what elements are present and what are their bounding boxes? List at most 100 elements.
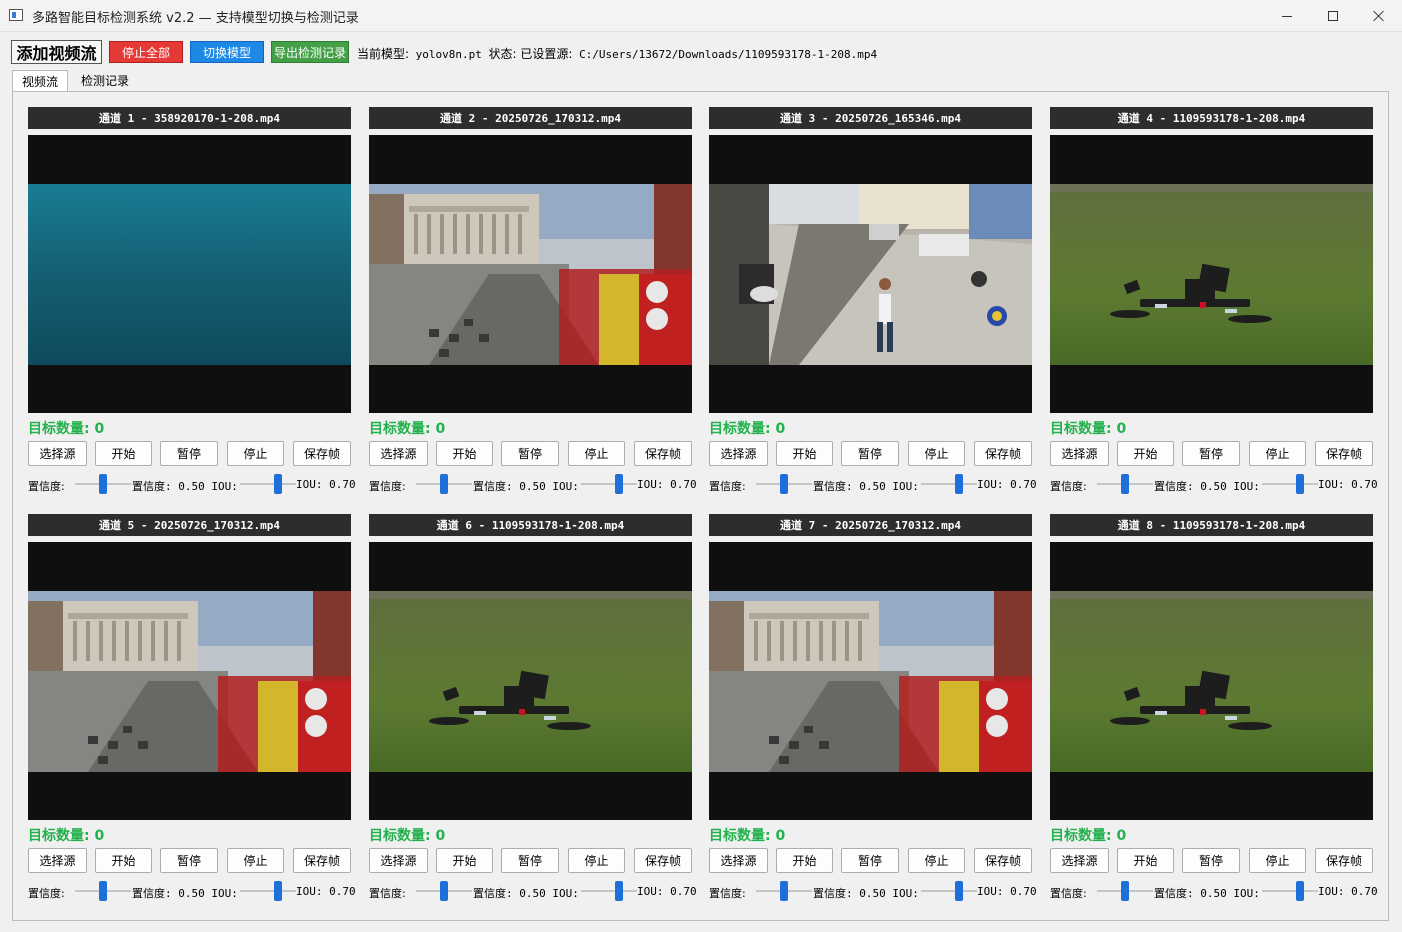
confidence-label: 置信度: (28, 887, 65, 900)
confidence-label: 置信度: (1050, 887, 1087, 900)
confidence-label: 置信度: (709, 480, 746, 493)
iou-slider[interactable] (1262, 881, 1318, 901)
slider-handle[interactable] (273, 881, 282, 901)
select-source-button[interactable]: 选择源 (28, 848, 87, 873)
slider-handle[interactable] (780, 881, 788, 901)
save-frame-button[interactable]: 保存帧 (1315, 441, 1373, 466)
stop-button[interactable]: 停止 (227, 441, 284, 466)
iou-slider[interactable] (921, 881, 977, 901)
tab-video-streams[interactable]: 视频流 (12, 70, 68, 91)
confidence-slider[interactable] (1097, 881, 1153, 901)
add-stream-button[interactable]: 添加视频流 (11, 40, 102, 64)
save-frame-button[interactable]: 保存帧 (1315, 848, 1373, 873)
close-button[interactable] (1356, 0, 1402, 32)
pause-button[interactable]: 暂停 (841, 848, 899, 873)
stop-button[interactable]: 停止 (1249, 848, 1306, 873)
save-frame-button[interactable]: 保存帧 (293, 441, 351, 466)
save-frame-button[interactable]: 保存帧 (293, 848, 351, 873)
maximize-button[interactable] (1310, 0, 1356, 32)
select-source-button[interactable]: 选择源 (28, 441, 87, 466)
slider-handle[interactable] (273, 474, 282, 494)
video-frame (369, 591, 692, 772)
slider-handle[interactable] (99, 474, 107, 494)
start-button[interactable]: 开始 (95, 848, 152, 873)
confidence-value: 置信度: 0.50 IOU: (132, 887, 238, 900)
save-frame-button[interactable]: 保存帧 (634, 441, 692, 466)
confidence-slider[interactable] (75, 474, 131, 494)
slider-handle[interactable] (440, 881, 448, 901)
slider-handle[interactable] (1295, 474, 1304, 494)
stop-button[interactable]: 停止 (908, 441, 965, 466)
start-button[interactable]: 开始 (1117, 441, 1174, 466)
pause-button[interactable]: 暂停 (1182, 848, 1240, 873)
status-label: 状态: 已设置源: (488, 47, 573, 61)
start-button[interactable]: 开始 (436, 441, 493, 466)
slider-handle[interactable] (614, 881, 623, 901)
stop-button[interactable]: 停止 (568, 441, 625, 466)
stop-button[interactable]: 停止 (227, 848, 284, 873)
export-records-button[interactable]: 导出检测记录 (271, 41, 349, 63)
channel-title: 通道 6 - 1109593178-1-208.mp4 (369, 514, 692, 536)
channel-card-8: 通道 8 - 1109593178-1-208.mp4 目标数量: 0 选择源 … (1050, 514, 1378, 914)
select-source-button[interactable]: 选择源 (369, 441, 428, 466)
slider-handle[interactable] (954, 881, 963, 901)
pause-button[interactable]: 暂停 (501, 848, 559, 873)
confidence-slider[interactable] (416, 474, 472, 494)
channel-title: 通道 7 - 20250726_170312.mp4 (709, 514, 1032, 536)
iou-slider[interactable] (921, 474, 977, 494)
save-frame-button[interactable]: 保存帧 (974, 441, 1032, 466)
slider-handle[interactable] (99, 881, 107, 901)
start-button[interactable]: 开始 (1117, 848, 1174, 873)
slider-handle[interactable] (614, 474, 623, 494)
slider-handle[interactable] (1121, 474, 1129, 494)
maximize-icon (1328, 11, 1338, 21)
slider-track (240, 890, 296, 892)
slider-handle[interactable] (1121, 881, 1129, 901)
pause-button[interactable]: 暂停 (160, 441, 218, 466)
start-button[interactable]: 开始 (776, 441, 833, 466)
pause-button[interactable]: 暂停 (501, 441, 559, 466)
slider-track (1262, 890, 1318, 892)
start-button[interactable]: 开始 (436, 848, 493, 873)
channel-card-1: 通道 1 - 358920170-1-208.mp4 目标数量: 0 选择源 开… (28, 107, 356, 507)
confidence-slider[interactable] (1097, 474, 1153, 494)
iou-slider[interactable] (240, 474, 296, 494)
slider-handle[interactable] (780, 474, 788, 494)
iou-value: IOU: 0.70 (977, 478, 1037, 491)
confidence-value: 置信度: 0.50 IOU: (473, 887, 579, 900)
switch-model-button[interactable]: 切换模型 (190, 41, 264, 63)
confidence-slider[interactable] (416, 881, 472, 901)
start-button[interactable]: 开始 (776, 848, 833, 873)
select-source-button[interactable]: 选择源 (369, 848, 428, 873)
tab-detection-records[interactable]: 检测记录 (72, 70, 138, 90)
confidence-value: 置信度: 0.50 IOU: (813, 480, 919, 493)
stop-button[interactable]: 停止 (908, 848, 965, 873)
video-frame (28, 184, 351, 365)
start-button[interactable]: 开始 (95, 441, 152, 466)
pause-button[interactable]: 暂停 (841, 441, 899, 466)
confidence-slider[interactable] (75, 881, 131, 901)
stop-button[interactable]: 停止 (568, 848, 625, 873)
slider-handle[interactable] (440, 474, 448, 494)
stop-all-button[interactable]: 停止全部 (109, 41, 183, 63)
iou-slider[interactable] (1262, 474, 1318, 494)
stop-button[interactable]: 停止 (1249, 441, 1306, 466)
target-count: 目标数量: 0 (28, 421, 105, 437)
pause-button[interactable]: 暂停 (160, 848, 218, 873)
pause-button[interactable]: 暂停 (1182, 441, 1240, 466)
confidence-slider[interactable] (756, 474, 812, 494)
slider-handle[interactable] (954, 474, 963, 494)
save-frame-button[interactable]: 保存帧 (634, 848, 692, 873)
confidence-slider[interactable] (756, 881, 812, 901)
select-source-button[interactable]: 选择源 (709, 441, 768, 466)
iou-slider[interactable] (581, 881, 637, 901)
slider-handle[interactable] (1295, 881, 1304, 901)
iou-slider[interactable] (240, 881, 296, 901)
minimize-button[interactable] (1264, 0, 1310, 32)
select-source-button[interactable]: 选择源 (1050, 848, 1109, 873)
close-icon (1373, 10, 1385, 22)
select-source-button[interactable]: 选择源 (709, 848, 768, 873)
iou-slider[interactable] (581, 474, 637, 494)
select-source-button[interactable]: 选择源 (1050, 441, 1109, 466)
save-frame-button[interactable]: 保存帧 (974, 848, 1032, 873)
